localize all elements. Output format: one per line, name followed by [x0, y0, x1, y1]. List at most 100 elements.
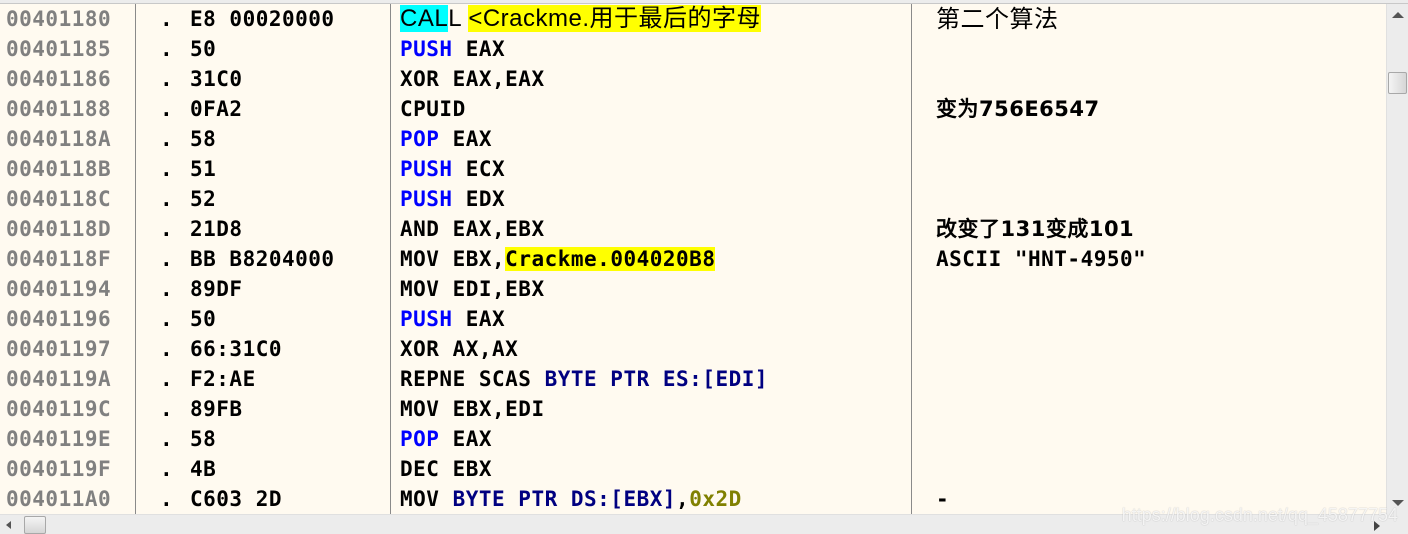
address-cell: 0040118F — [6, 247, 112, 271]
address-cell: 0040119E — [6, 427, 112, 451]
disasm-row[interactable]: 0040118C . 52 PUSH EDX — [0, 184, 1386, 214]
disasm-cell: POP EAX — [400, 424, 492, 454]
mnemonic: PUSH — [400, 157, 453, 181]
disasm-cell: CALL <Crackme.用于最后的字母 — [400, 4, 762, 34]
hex-cell: E8 00020000 — [190, 7, 335, 31]
vertical-scroll-thumb[interactable] — [1388, 72, 1407, 94]
operand: EAX,EAX — [452, 67, 545, 91]
marker-cell: . — [160, 127, 173, 151]
address-cell: 0040119C — [6, 397, 112, 421]
disasm-cell: POP EAX — [400, 124, 492, 154]
operand: EAX — [452, 127, 493, 151]
disasm-cell: AND EAX,EBX — [400, 214, 545, 244]
call-target-label[interactable]: <Crackme.用于最后的字母 — [468, 5, 762, 32]
marker-cell: . — [160, 277, 173, 301]
disasm-row[interactable]: 00401180 . E8 00020000 CALL <Crackme.用于最… — [0, 4, 1386, 34]
disasm-row[interactable]: 00401186 . 31C0 XOR EAX,EAX — [0, 64, 1386, 94]
hex-cell: 51 — [190, 157, 217, 181]
disasm-row[interactable]: 0040119C . 89FB MOV EBX,EDI — [0, 394, 1386, 424]
operand: EAX — [465, 37, 506, 61]
marker-cell: . — [160, 37, 173, 61]
disasm-row[interactable]: 00401196 . 50 PUSH EAX — [0, 304, 1386, 334]
scroll-up-arrow-icon[interactable] — [1392, 12, 1404, 18]
disasm-row[interactable]: 00401185 . 50 PUSH EAX — [0, 34, 1386, 64]
address-cell: 00401186 — [6, 67, 112, 91]
address-cell: 00401180 — [6, 7, 112, 31]
hex-cell: 21D8 — [190, 217, 243, 241]
mnemonic: MOV — [400, 487, 440, 511]
mnemonic: PUSH — [400, 187, 453, 211]
disasm-row[interactable]: 0040118A . 58 POP EAX — [0, 124, 1386, 154]
immediate-value: 0x2D — [689, 487, 742, 511]
disasm-row[interactable]: 0040119F . 4B DEC EBX — [0, 454, 1386, 484]
disasm-cell: MOV EBX,Crackme.004020B8 — [400, 244, 716, 274]
address-cell: 0040118D — [6, 217, 112, 241]
operand: EDI,EBX — [452, 277, 545, 301]
hex-cell: BB B8204000 — [190, 247, 335, 271]
memory-operand: BYTE PTR ES:[EDI] — [544, 367, 769, 391]
mnemonic: REPNE SCAS — [400, 367, 532, 391]
mnemonic: XOR — [400, 67, 440, 91]
memory-operand: BYTE PTR DS:[EBX] — [452, 487, 677, 511]
disasm-cell: MOV EDI,EBX — [400, 274, 545, 304]
address-cell: 00401197 — [6, 337, 112, 361]
watermark: https://blog.csdn.net/qq_45877754 — [1121, 505, 1398, 525]
address-label[interactable]: Crackme.004020B8 — [505, 247, 716, 271]
operand-prefix: EBX, — [452, 247, 506, 271]
disasm-row[interactable]: 0040118F . BB B8204000 MOV EBX,Crackme.0… — [0, 244, 1386, 274]
disasm-row[interactable]: 00401197 . 66:31C0 XOR AX,AX — [0, 334, 1386, 364]
marker-cell: . — [160, 217, 173, 241]
address-cell: 0040119F — [6, 457, 112, 481]
mnemonic: PUSH — [400, 307, 453, 331]
address-cell: 0040118C — [6, 187, 112, 211]
disasm-cell: PUSH ECX — [400, 154, 505, 184]
hex-cell: 50 — [190, 307, 217, 331]
operand: AX,AX — [452, 337, 519, 361]
operand: EBX,EDI — [452, 397, 545, 421]
mnemonic: DEC — [400, 457, 440, 481]
disasm-cell: CPUID — [400, 94, 466, 124]
marker-cell: . — [160, 337, 173, 361]
comment-cell: - — [936, 487, 950, 511]
vertical-scrollbar[interactable] — [1386, 4, 1408, 514]
disasm-cell: REPNE SCAS BYTE PTR ES:[EDI] — [400, 364, 768, 394]
operand: EAX — [452, 427, 493, 451]
disasm-cell: DEC EBX — [400, 454, 492, 484]
disasm-cell: MOV BYTE PTR DS:[EBX],0x2D — [400, 484, 742, 514]
disasm-cell: MOV EBX,EDI — [400, 394, 545, 424]
disasm-row[interactable]: 0040119E . 58 POP EAX — [0, 424, 1386, 454]
scroll-left-arrow-icon[interactable] — [6, 521, 11, 529]
marker-cell: . — [160, 157, 173, 181]
comment-text: 变为756E6547 — [936, 97, 1100, 121]
hex-cell: 66:31C0 — [190, 337, 283, 361]
marker-cell: . — [160, 7, 173, 31]
address-cell: 0040118A — [6, 127, 112, 151]
disasm-row[interactable]: 00401188 . 0FA2 CPUID 变为756E6547 — [0, 94, 1386, 124]
disasm-row[interactable]: 0040118B . 51 PUSH ECX — [0, 154, 1386, 184]
operand: EAX,EBX — [452, 217, 545, 241]
disasm-cell: PUSH EDX — [400, 184, 505, 214]
horizontal-scroll-thumb[interactable] — [24, 516, 46, 534]
mnemonic: AND — [400, 217, 440, 241]
disasm-row[interactable]: 00401194 . 89DF MOV EDI,EBX — [0, 274, 1386, 304]
address-cell: 00401188 — [6, 97, 112, 121]
disasm-row[interactable]: 0040119A . F2:AE REPNE SCAS BYTE PTR ES:… — [0, 364, 1386, 394]
operand-separator: , — [676, 487, 690, 511]
address-cell: 00401194 — [6, 277, 112, 301]
mnemonic: CAL — [400, 5, 449, 32]
address-cell: 004011A0 — [6, 487, 112, 511]
marker-cell: . — [160, 427, 173, 451]
address-cell: 0040118B — [6, 157, 112, 181]
disasm-cell: PUSH EAX — [400, 304, 505, 334]
marker-cell: . — [160, 187, 173, 211]
disasm-row[interactable]: 0040118D . 21D8 AND EAX,EBX 改变了131变成101 — [0, 214, 1386, 244]
hex-cell: 52 — [190, 187, 217, 211]
disassembly-pane[interactable]: 00401180 . E8 00020000 CALL <Crackme.用于最… — [0, 4, 1386, 514]
disasm-cell: XOR EAX,EAX — [400, 64, 545, 94]
marker-cell: . — [160, 367, 173, 391]
disasm-cell: XOR AX,AX — [400, 334, 518, 364]
mnemonic: XOR — [400, 337, 440, 361]
mnemonic: POP — [400, 427, 440, 451]
comment-cell: 改变了131变成101 — [936, 217, 1135, 241]
comment-cell: 变为756E6547 — [936, 94, 1100, 124]
